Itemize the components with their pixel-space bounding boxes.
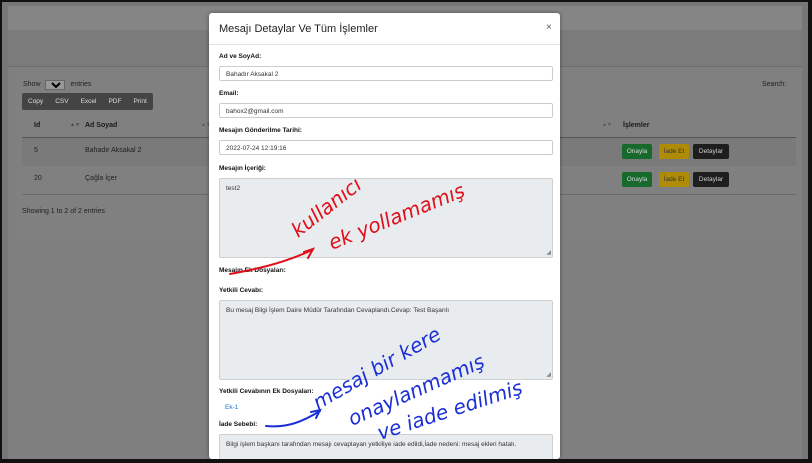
approve-button[interactable]: Onayla: [622, 144, 652, 159]
csv-button[interactable]: CSV: [49, 93, 74, 110]
ad-soyad-field[interactable]: Bahadır Aksakal 2: [219, 66, 553, 81]
attachment-link-ek-1[interactable]: Ek-1: [225, 404, 238, 411]
resize-grip-icon[interactable]: ◢: [546, 249, 551, 256]
entries-label: entries: [70, 81, 92, 88]
reply-attachments-label: Yetkili Cevabının Ek Dosyaları:: [219, 388, 314, 395]
close-icon[interactable]: ×: [546, 22, 552, 33]
cell-ad-soyad: Çağla İçer: [85, 175, 117, 182]
column-header-id[interactable]: Id: [34, 122, 40, 129]
table-info: Showing 1 to 2 of 2 entries: [22, 208, 105, 215]
resize-grip-icon[interactable]: ◢: [546, 371, 551, 378]
screenshot-frame: Show 10 entries Search: Copy CSV Excel P…: [0, 0, 812, 463]
message-content-label: Mesajın İçeriği:: [219, 165, 266, 172]
modal-title: Mesajı Detaylar Ve Tüm İşlemler: [219, 23, 378, 35]
return-reason-label: İade Sebebi:: [219, 421, 258, 428]
entries-select[interactable]: 10: [45, 80, 66, 90]
details-button[interactable]: Detaylar: [693, 172, 729, 187]
search-label: Search:: [762, 81, 787, 88]
ad-soyad-label: Ad ve SoyAd:: [219, 53, 262, 60]
entries-length-control: Show 10 entries: [23, 80, 91, 90]
sort-asc-icon: ▲▼: [70, 122, 80, 128]
official-reply-text: Bu mesaj Bilgi İşlem Daire Müdür Tarafın…: [226, 307, 450, 314]
official-reply-label: Yetkili Cevabı:: [219, 287, 264, 294]
official-reply-textarea[interactable]: Bu mesaj Bilgi İşlem Daire Müdür Tarafın…: [219, 300, 553, 380]
sort-icon: ▲▼: [602, 122, 612, 128]
pdf-button[interactable]: PDF: [102, 93, 127, 110]
return-button[interactable]: İade Et: [659, 172, 689, 187]
modal-header-divider: [209, 44, 560, 45]
show-label: Show: [23, 81, 41, 88]
column-header-islemler: İşlemler: [623, 122, 650, 129]
approve-button[interactable]: Onayla: [622, 172, 652, 187]
copy-button[interactable]: Copy: [22, 93, 49, 110]
return-button[interactable]: İade Et: [659, 144, 689, 159]
export-button-group: Copy CSV Excel PDF Print: [22, 93, 153, 110]
cell-ad-soyad: Bahadır Aksakal 2: [85, 147, 142, 154]
cell-id: 5: [34, 147, 38, 154]
column-header-ad-soyad[interactable]: Ad Soyad: [85, 122, 117, 129]
details-button[interactable]: Detaylar: [693, 144, 729, 159]
send-date-label: Mesajın Gönderilme Tarihi:: [219, 127, 302, 134]
email-label: Email:: [219, 90, 239, 97]
send-date-field[interactable]: 2022-07-24 12:19:16: [219, 140, 553, 155]
message-details-modal: Mesajı Detaylar Ve Tüm İşlemler × Ad ve …: [209, 13, 560, 459]
message-content-text: test2: [226, 185, 241, 192]
excel-button[interactable]: Excel: [75, 93, 103, 110]
email-field[interactable]: bahox2@gmail.com: [219, 103, 553, 118]
return-reason-textarea[interactable]: Bilgi işlem başkanı tarafından mesajı ce…: [219, 434, 553, 459]
print-button[interactable]: Print: [127, 93, 152, 110]
return-reason-text: Bilgi işlem başkanı tarafından mesajı ce…: [226, 441, 517, 448]
message-content-textarea[interactable]: test2 ◢: [219, 178, 553, 258]
cell-id: 20: [34, 175, 42, 182]
message-attachments-label: Mesajın Ek Dosyaları:: [219, 267, 286, 274]
